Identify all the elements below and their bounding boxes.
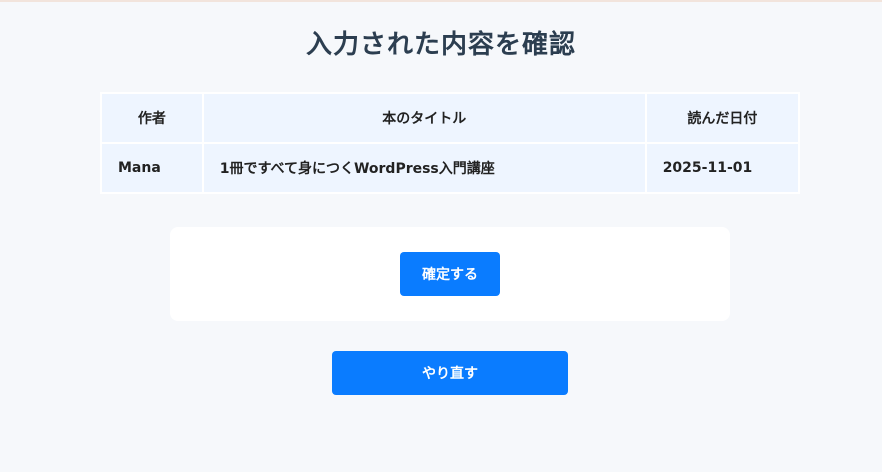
page-title: 入力された内容を確認 — [305, 30, 576, 60]
cell-title: 1冊ですべて身につくWordPress入門講座 — [201, 142, 647, 194]
column-header-title: 本のタイトル — [201, 92, 647, 144]
cell-author: Mana — [100, 142, 204, 194]
cell-date: 2025-11-01 — [644, 142, 801, 194]
redo-button[interactable]: やり直す — [332, 351, 568, 395]
confirm-form-card: 確定する — [170, 227, 730, 321]
table-header-row: 作者 本のタイトル 読んだ日付 — [100, 92, 801, 144]
column-header-date: 読んだ日付 — [644, 92, 801, 144]
column-header-author: 作者 — [100, 92, 204, 144]
confirmation-table: 作者 本のタイトル 読んだ日付 Mana 1冊ですべて身につくWordPress… — [100, 92, 801, 194]
confirm-button[interactable]: 確定する — [400, 252, 500, 296]
table-row: Mana 1冊ですべて身につくWordPress入門講座 2025-11-01 — [100, 142, 801, 194]
